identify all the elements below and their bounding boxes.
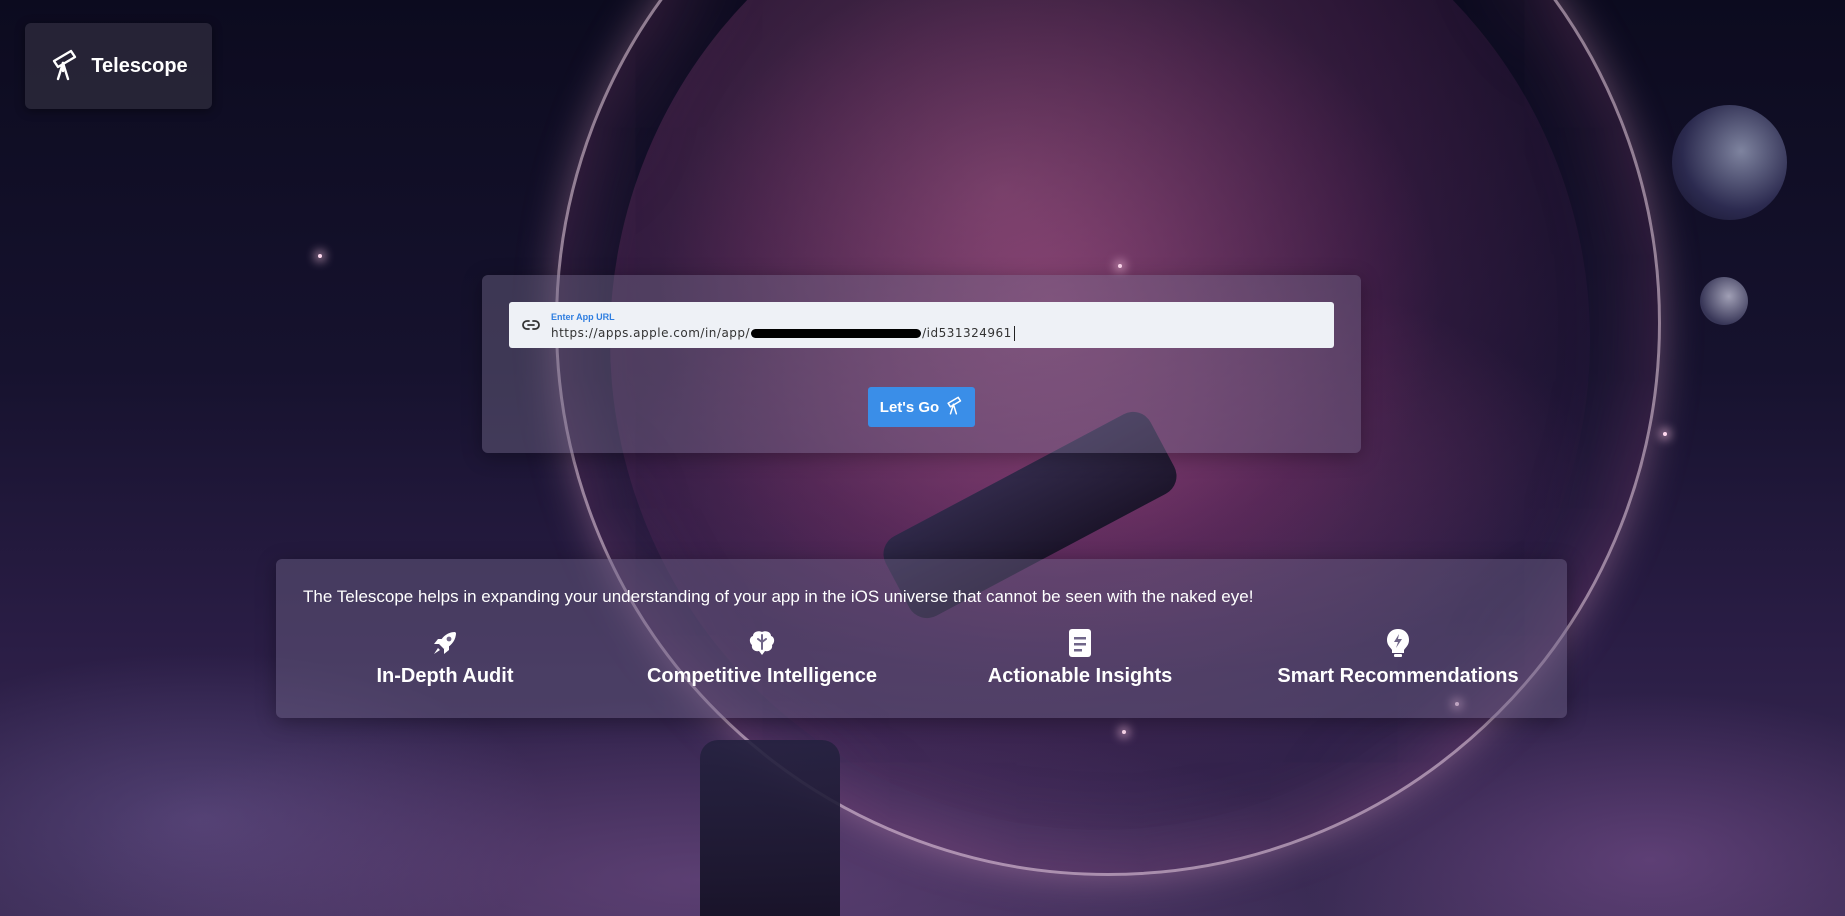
feature-actionable-insights: Actionable Insights	[940, 627, 1220, 688]
lets-go-button[interactable]: Let's Go	[868, 387, 975, 427]
redacted-text	[751, 328, 922, 338]
app-logo[interactable]: Telescope	[25, 23, 212, 109]
url-suffix: /id531324961	[922, 326, 1012, 340]
url-prefix: https://apps.apple.com/in/app/	[551, 326, 751, 340]
brain-icon	[747, 627, 777, 659]
telescope-icon	[49, 47, 79, 86]
feature-title: Competitive Intelligence	[646, 665, 878, 687]
feature-title: Smart Recommendations	[1277, 665, 1519, 687]
lets-go-label: Let's Go	[879, 398, 940, 416]
star	[1663, 432, 1667, 436]
link-icon	[511, 319, 551, 331]
tagline: The Telescope helps in expanding your un…	[303, 587, 1254, 606]
star	[318, 254, 322, 258]
small-moon-illustration	[1700, 277, 1748, 325]
app-url-input[interactable]: https://apps.apple.com/in/app/ /id531324…	[551, 325, 1015, 341]
app-url-field[interactable]: Enter App URL https://apps.apple.com/in/…	[509, 302, 1334, 348]
telescope-icon	[945, 395, 963, 419]
features-card: The Telescope helps in expanding your un…	[276, 559, 1567, 718]
lightbulb-icon	[1385, 627, 1411, 659]
text-cursor	[1013, 325, 1015, 341]
feature-title: In-Depth Audit	[376, 665, 514, 687]
feature-smart-recommendations: Smart Recommendations	[1258, 627, 1538, 688]
feature-title: Actionable Insights	[987, 665, 1173, 687]
moon-illustration	[1672, 105, 1787, 220]
star	[1118, 264, 1122, 268]
feature-in-depth-audit: In-Depth Audit	[305, 627, 585, 688]
telescope-stand-illustration	[700, 740, 840, 916]
url-search-card: Enter App URL https://apps.apple.com/in/…	[482, 275, 1361, 453]
document-icon	[1068, 627, 1092, 659]
url-field-label: Enter App URL	[551, 311, 615, 322]
app-name: Telescope	[91, 54, 188, 77]
star	[1122, 730, 1126, 734]
background-scene: Telescope Enter App URL https://apps.app…	[0, 0, 1845, 916]
rocket-icon	[431, 627, 459, 659]
feature-competitive-intelligence: Competitive Intelligence	[622, 627, 902, 688]
